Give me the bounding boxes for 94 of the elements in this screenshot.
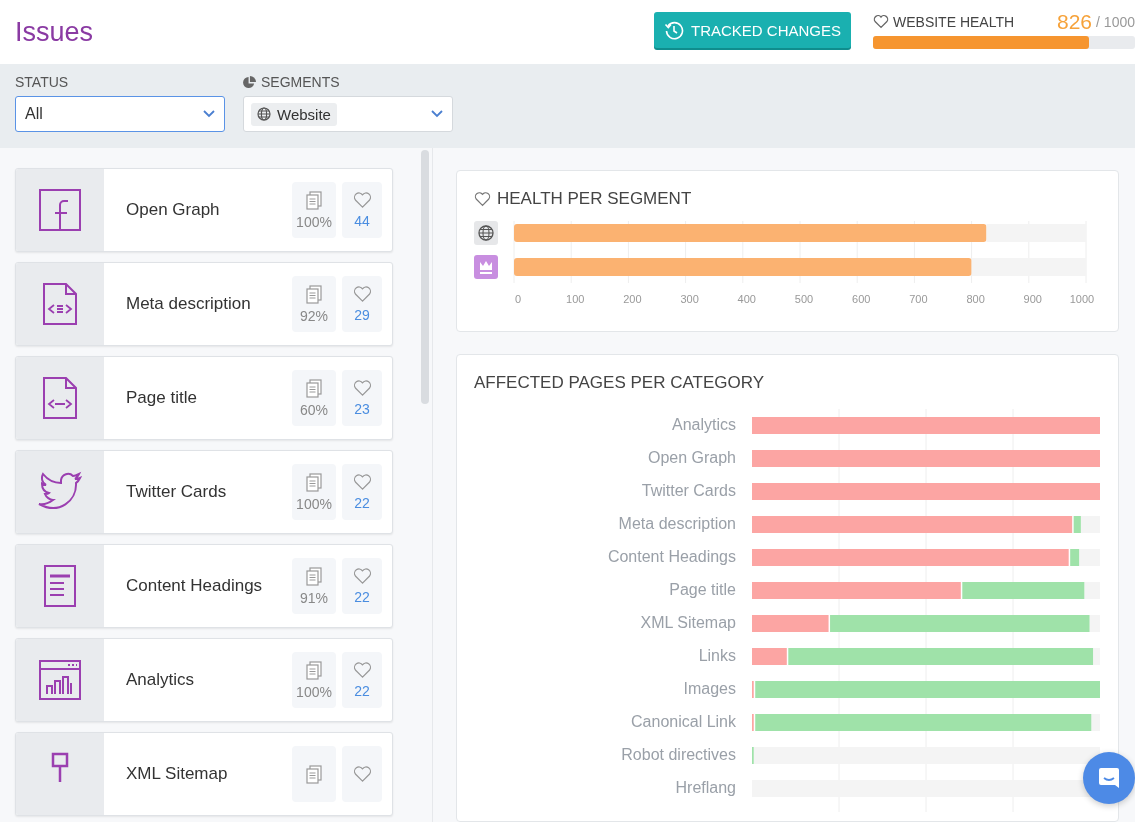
axis-tick-label: 800 [966, 293, 985, 305]
affected-pages-stat: 100% [292, 652, 336, 708]
documents-icon [306, 764, 322, 784]
history-icon [663, 20, 684, 40]
issue-name: Page title [125, 388, 198, 408]
issue-name: Meta description [125, 294, 252, 314]
affected-bar [752, 648, 787, 666]
bar-track [1093, 648, 1100, 666]
category-label: Analytics [671, 416, 736, 434]
affected-pages-stat: 92% [292, 276, 336, 332]
chart-title: HEALTH PER SEGMENT [497, 189, 692, 209]
health-points-stat: 22 [342, 464, 382, 520]
bar-track [1091, 714, 1100, 732]
category-label: Page title [669, 581, 736, 599]
facebook-icon [38, 188, 82, 232]
category-label: Canonical Link [631, 713, 736, 731]
chart-title: AFFECTED PAGES PER CATEGORY [474, 373, 765, 394]
bar-track [1084, 582, 1100, 600]
issue-name: Twitter Cards [125, 482, 228, 502]
health-max: / 1000 [1096, 13, 1135, 30]
axis-tick-label: 500 [794, 293, 814, 305]
documents-icon [306, 378, 322, 398]
documents-icon [306, 190, 322, 210]
affected-pages-stat: 100% [292, 464, 336, 520]
analytics-icon [38, 658, 82, 702]
segment-chip: Website [251, 102, 337, 126]
axis-tick-label: 700 [909, 293, 928, 305]
issue-card[interactable]: Twitter Cards 100% 22 [15, 450, 393, 534]
status-dropdown[interactable]: All [15, 96, 225, 132]
issue-name: Open Graph [125, 200, 221, 220]
category-label: Images [683, 680, 736, 698]
documents-icon [306, 660, 322, 680]
issue-card[interactable]: Meta description 92% 29 [15, 262, 393, 346]
axis-tick-label: 200 [623, 293, 642, 305]
crown-icon [474, 255, 498, 279]
status-label: STATUS [15, 74, 70, 90]
health-points-stat: 22 [342, 652, 382, 708]
axis-tick-label: 0 [514, 293, 522, 305]
heart-icon [474, 191, 491, 207]
issue-name: Content Headings [125, 576, 264, 596]
category-label: Hreflang [675, 779, 736, 797]
globe-icon [257, 107, 271, 121]
heart-icon [352, 285, 372, 303]
caret-icon [430, 109, 444, 119]
health-points-stat: 23 [342, 370, 382, 426]
pie-chart-icon [243, 75, 256, 89]
category-label: Robot directives [621, 746, 736, 764]
health-points-stat: 29 [342, 276, 382, 332]
segments-label: SEGMENTS [261, 74, 340, 90]
issue-name: XML Sitemap [125, 764, 229, 784]
affected-pages-stat: 100% [292, 182, 336, 238]
ok-bar [1070, 549, 1080, 567]
chat-icon [1097, 766, 1121, 790]
category-label: Links [698, 647, 736, 665]
issue-name: Analytics [125, 670, 196, 690]
website-health-label: WEBSITE HEALTH [893, 13, 1016, 30]
documents-icon [306, 566, 322, 586]
category-label: Meta description [618, 515, 736, 533]
health-points-stat: 22 [342, 558, 382, 614]
bar-track [1089, 615, 1100, 633]
category-label: XML Sitemap [640, 614, 736, 632]
axis-tick-label: 600 [852, 293, 871, 305]
heart-icon [352, 765, 372, 783]
health-score: 826 [1057, 9, 1093, 34]
issue-card[interactable]: Analytics 100% 22 [15, 638, 393, 722]
segments-dropdown[interactable]: Website [243, 96, 453, 132]
caret-icon [202, 109, 216, 119]
heart-icon [352, 661, 372, 679]
heart-icon [352, 191, 372, 209]
documents-icon [306, 284, 322, 304]
heart-icon [352, 473, 372, 491]
axis-tick-label: 100 [566, 293, 585, 305]
affected-pages-stat: 60% [292, 370, 336, 426]
category-label: Content Headings [607, 548, 736, 566]
axis-tick-label: 1000 [1069, 293, 1095, 305]
issue-card[interactable]: XML Sitemap [15, 732, 393, 816]
heart-icon [873, 14, 889, 29]
issue-card[interactable]: Content Headings 91% 22 [15, 544, 393, 628]
category-label: Open Graph [647, 449, 736, 467]
heart-icon [352, 379, 372, 397]
heart-icon [352, 567, 372, 585]
scrollbar[interactable] [421, 150, 429, 404]
page-title: Issues [15, 16, 95, 48]
health-points-stat: 44 [342, 182, 382, 238]
ok-bar [1073, 516, 1081, 534]
axis-tick-label: 400 [737, 293, 756, 305]
axis-tick-label: 300 [680, 293, 699, 305]
documents-icon [306, 472, 322, 492]
globe-icon [474, 221, 498, 245]
issue-card[interactable]: Page title 60% 23 [15, 356, 393, 440]
affected-pages-stat: 91% [292, 558, 336, 614]
category-label: Twitter Cards [641, 482, 736, 500]
issue-card[interactable]: Open Graph 100% 44 [15, 168, 393, 252]
axis-tick-label: 900 [1023, 293, 1042, 305]
